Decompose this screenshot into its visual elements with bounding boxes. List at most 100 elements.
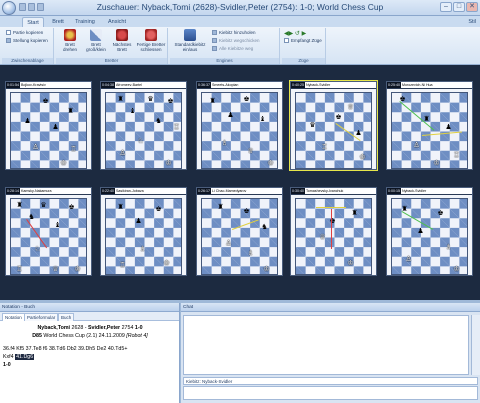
board-players: Nyback-Svidler (306, 83, 331, 87)
board-players: Nyback-Svidler (402, 189, 427, 193)
black-pawn-icon: ♟ (227, 111, 234, 119)
chat-panel: Chat Kiebitz: Nyback-Svidler (181, 303, 480, 403)
board-players: Smeets-Akopian (212, 83, 239, 87)
chessboard[interactable]: ♜ ♚ ♟ ♝ ♗ ♕ ♔ (201, 92, 278, 169)
tab-brett[interactable]: Brett (48, 17, 68, 27)
black-queen-icon: ♛ (309, 121, 316, 129)
kibitzer-remove-all-icon (212, 46, 217, 51)
white-bishop-icon: ♗ (139, 245, 146, 253)
chessboard[interactable]: ♚ ♜ ♕ ♔ (295, 198, 372, 275)
white-pawn-icon: ♙ (405, 255, 412, 263)
kibitzer-add-icon (212, 30, 217, 35)
white-king-icon: ♔ (359, 153, 366, 161)
remove-all-kibitzers-button[interactable]: Alle Kiebitze weg (212, 46, 253, 51)
board-4-selected[interactable]: 0:40:25 Nyback-Svidler ♚ ♛ ♟ ♕ ♖ ♔ (289, 80, 378, 171)
chessboard[interactable]: ♜ ♚ ♟ ♗ ♙ ♔ (391, 198, 468, 275)
board-10[interactable]: 0:00:15 Nyback-Svidler ♜ ♚ ♟ ♗ ♙ ♔ (386, 187, 473, 276)
board-1[interactable]: 0:01:54 Bojkov-Kravtsiv ♚ ♜ ♟ ♟ ♙ ♖ ♔ (5, 81, 92, 170)
rotate-board-button[interactable]: Brett drehen (58, 29, 82, 57)
chessboard[interactable]: ♜ ♛ ♚ ♞ ♝ ♘ ♖ ♕ ♔ (10, 198, 87, 275)
move-list-line-1[interactable]: 36.f4 Kf5 37.Te8 f6 38.Td6 Db2 39.Dh5 De… (3, 346, 127, 352)
copy-icon (6, 38, 11, 43)
close-button[interactable]: ✕ (466, 2, 478, 12)
board-clock: 0:36:37 (197, 82, 211, 88)
copy-position-button[interactable]: Stellung kopieren (6, 38, 48, 43)
checkbox-icon (6, 30, 11, 35)
black-rook-icon: ♜ (117, 203, 124, 211)
move-list-line-2[interactable]: Kxf4 41.Dg6 (3, 354, 35, 360)
rotate-board-icon (64, 29, 76, 41)
chessboard[interactable]: ♜ ♛ ♚ ♝ ♞ ♘ ♙ ♔ ♖ (105, 92, 182, 169)
board-clock: 0:25:40 (387, 82, 401, 88)
chat-input[interactable] (183, 386, 478, 400)
white-queen-icon: ♕ (52, 265, 59, 273)
black-king-icon: ♚ (167, 97, 174, 105)
group-label-moves: Züge (282, 58, 325, 64)
chessboard[interactable]: ♜ ♚ ♞ ♙ ♗ ♔ (201, 198, 278, 275)
board-clock: 0:26:17 (197, 188, 211, 194)
white-rook-icon: ♖ (173, 123, 180, 131)
tab-partieformular[interactable]: Partieformular (24, 313, 59, 321)
chat-panel-header: Chat (181, 303, 480, 312)
close-finished-boards-button[interactable]: Fertige Bretter schliessen (136, 29, 166, 57)
add-kibitzer-button[interactable]: Kiebitz hinzuholen (212, 30, 256, 35)
board-2[interactable]: 0:04:38 Afromeev-Bartel ♜ ♛ ♚ ♝ ♞ ♘ ♙ ♔ ♖ (100, 81, 187, 170)
close-boards-icon (145, 29, 157, 41)
move-arrow (232, 219, 259, 230)
board-clock: 0:04:38 (101, 82, 115, 88)
board-9[interactable]: 0:30:40 Tomashevsky-Ivanchuk ♚ ♜ ♕ ♔ (290, 187, 377, 276)
board-5[interactable]: 0:25:40 Morozevich-Ni Hua ♚ ♜ ♟ ♙ ♖ ♔ (386, 81, 473, 170)
black-pawn-icon: ♟ (417, 227, 424, 235)
style-menu[interactable]: Stil (468, 17, 476, 27)
minimize-button[interactable]: – (440, 2, 452, 12)
next-board-button[interactable]: Nächstes Brett (110, 29, 134, 57)
copy-game-button[interactable]: Partie kopieren (6, 30, 43, 35)
group-label-engines: Engines (170, 58, 279, 64)
title-bar: Zuschauer: Nyback,Tomi (2628)-Svidler,Pe… (0, 0, 480, 16)
chat-recipient-field[interactable]: Kiebitz: Nyback-Svidler (183, 377, 478, 385)
board-7[interactable]: 0:22:40 Sasikiran-Jobava ♜ ♚ ♟ ♗ ♔ ♖ (100, 187, 187, 276)
chessboard[interactable]: ♚ ♛ ♟ ♕ ♖ ♔ (295, 92, 372, 169)
tab-training[interactable]: Training (72, 17, 98, 27)
board-size-button[interactable]: Brett groß/klein (84, 29, 108, 57)
board-6[interactable]: 0:28:14 Kamsky-Nakamura ♜ ♛ ♚ ♞ ♝ ♘ ♖ ♕ ♔ (5, 187, 92, 276)
board-players: Tomashevsky-Ivanchuk (306, 189, 344, 193)
tab-start[interactable]: Start (22, 17, 44, 27)
white-king-icon: ♔ (74, 265, 81, 273)
move-navigation-icons[interactable]: ◀▶ ↺ ▶ (284, 30, 306, 37)
checkbox-icon (284, 38, 289, 43)
board-size-icon (90, 29, 102, 41)
chessboard[interactable]: ♚ ♜ ♟ ♙ ♖ ♔ (391, 92, 468, 169)
game-header-event: D85 World Chess Cup (2.1) 24.11.2009 [Ro… (32, 333, 148, 339)
default-kibitzer-button[interactable]: Standardkiebitz ein/aus (172, 29, 208, 57)
black-rook-icon: ♜ (117, 95, 124, 103)
white-king-icon: ♔ (433, 159, 440, 167)
tab-buch[interactable]: Buch (58, 313, 75, 321)
chat-messages[interactable] (183, 315, 469, 375)
receive-moves-checkbox[interactable]: Empfangt Züge (284, 38, 322, 43)
tab-ansicht[interactable]: Ansicht (104, 17, 130, 27)
remove-kibitzer-button[interactable]: Kiebitz wegschicken (212, 38, 260, 43)
move-arrow (26, 219, 48, 249)
next-board-icon (116, 29, 128, 41)
current-move[interactable]: 41.Dg6 (15, 354, 35, 360)
white-bishop-icon: ♗ (445, 243, 452, 251)
black-pawn-icon: ♟ (135, 217, 142, 225)
board-3[interactable]: 0:36:37 Smeets-Akopian ♜ ♚ ♟ ♝ ♗ ♕ ♔ (196, 81, 283, 170)
white-pawn-icon: ♙ (413, 141, 420, 149)
group-moves: ◀▶ ↺ ▶ Empfangt Züge Züge (282, 28, 326, 64)
white-king-icon: ♔ (163, 259, 170, 267)
board-8[interactable]: 0:26:17 Li Chao-Mamedyarov ♜ ♚ ♞ ♙ ♗ ♔ (196, 187, 283, 276)
chessboard[interactable]: ♜ ♚ ♟ ♗ ♔ ♖ (105, 198, 182, 275)
chat-scrollbar[interactable] (471, 315, 480, 375)
tab-notation[interactable]: Notation (2, 313, 25, 321)
board-players: Morozevich-Ni Hua (402, 83, 433, 87)
white-rook-icon: ♖ (119, 261, 126, 269)
maximize-button[interactable]: □ (453, 2, 465, 12)
white-queen-icon: ♕ (319, 233, 326, 241)
black-king-icon: ♚ (437, 209, 444, 217)
black-king-icon: ♚ (42, 97, 49, 105)
black-pawn-icon: ♟ (445, 123, 452, 131)
chessboard[interactable]: ♚ ♜ ♟ ♟ ♙ ♖ ♔ (10, 92, 87, 169)
notation-tabs: Notation Partieformular Buch (0, 312, 179, 321)
